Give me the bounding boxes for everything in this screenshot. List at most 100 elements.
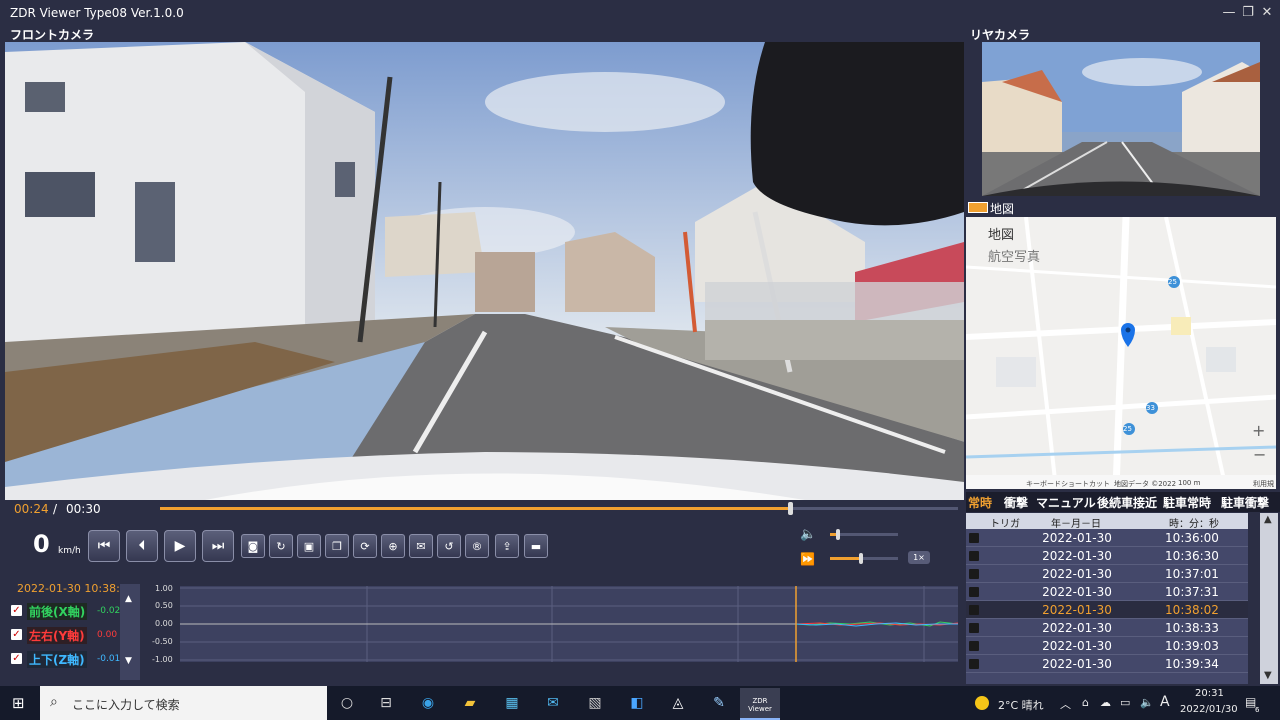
taskbar-search[interactable]: ⌕ ここに入力して検索 [40, 686, 327, 720]
x-axis-checkbox[interactable]: ✓ [11, 605, 22, 616]
skip-forward-button[interactable]: ⏭ [202, 530, 234, 562]
video-button[interactable]: ▣ [297, 534, 321, 558]
app-icon[interactable]: ✎ [709, 694, 729, 712]
mail-app-icon[interactable]: ✉ [543, 694, 563, 712]
reset-button[interactable]: ® [465, 534, 489, 558]
speaker-icon[interactable]: 🔈 [1140, 696, 1154, 709]
refresh-button[interactable]: ↺ [437, 534, 461, 558]
map-data-credit: 地図データ ©2022 [1114, 480, 1177, 488]
close-icon[interactable]: ✕ [1258, 4, 1276, 22]
task-view-icon[interactable]: ○ [337, 694, 357, 712]
restore-icon[interactable]: ❐ [1239, 4, 1257, 22]
play-button[interactable]: ▶ [164, 530, 196, 562]
tab-parking-continuous[interactable]: 駐車常時 [1163, 494, 1211, 511]
search-input[interactable]: ここに入力して検索 [72, 696, 180, 713]
route-button[interactable]: ⟳ [353, 534, 377, 558]
gsensor-scrollbar[interactable]: ▲ ▼ [120, 584, 140, 680]
zoom-icon: ⊕ [388, 539, 398, 553]
store-icon[interactable]: ▦ [502, 694, 522, 712]
seekbar-handle[interactable] [788, 502, 794, 515]
y-tick: 0.50 [155, 601, 173, 610]
battery-icon[interactable]: ▭ [1120, 696, 1130, 709]
map-type-button[interactable]: 地図 [988, 224, 1014, 243]
row-checkbox[interactable] [969, 551, 979, 561]
table-row[interactable]: 2022-01-30 10:39:03 [966, 637, 1248, 655]
scroll-down-icon[interactable]: ▼ [1264, 670, 1272, 681]
volume-handle[interactable] [836, 529, 841, 540]
y-axis-checkbox[interactable]: ✓ [11, 629, 22, 640]
table-row[interactable]: 2022-01-30 10:39:34 [966, 655, 1248, 673]
weather-text[interactable]: 2°C 晴れ [998, 697, 1044, 713]
header-date[interactable]: 年－月－日 [1051, 515, 1101, 530]
folder-button[interactable]: ▬ [524, 534, 548, 558]
chevron-up-icon[interactable]: ︿ [1060, 696, 1071, 712]
rate-handle[interactable] [859, 553, 864, 564]
playback-rate-icon: ⏩ [800, 552, 815, 566]
mail-icon: ✉ [416, 539, 426, 553]
row-checkbox[interactable] [969, 659, 979, 669]
map-view[interactable]: 25 33 25 地図 航空写真 + − キーボードショートカット 地図データ … [966, 217, 1276, 489]
event-list-scrollbar[interactable]: ▲ ▼ [1260, 513, 1278, 684]
zoom-out-button[interactable]: − [1253, 445, 1266, 464]
header-time[interactable]: 時：分：秒 [1169, 515, 1219, 530]
export-icon: ⇪ [502, 539, 512, 553]
table-row[interactable]: 2022-01-30 10:36:30 [966, 547, 1248, 565]
tab-manual[interactable]: マニュアル [1036, 494, 1096, 511]
skip-back-button[interactable]: ⏮ [88, 530, 120, 562]
table-row[interactable]: 2022-01-30 10:38:33 [966, 619, 1248, 637]
windows-start-icon[interactable]: ⊞ [12, 694, 25, 712]
tab-continuous[interactable]: 常時 [968, 494, 992, 511]
header-trigger[interactable]: トリガ [990, 515, 1020, 530]
zdr-viewer-taskbar-button[interactable]: ZDR Viewer [740, 688, 780, 720]
mail-button[interactable]: ✉ [409, 534, 433, 558]
rear-camera-view[interactable] [982, 42, 1260, 196]
row-checkbox[interactable] [969, 605, 979, 615]
z-axis-checkbox[interactable]: ✓ [11, 653, 22, 664]
tab-impact[interactable]: 衝撃 [1004, 494, 1028, 511]
edge-browser-icon[interactable]: ◉ [418, 694, 438, 712]
network-icon[interactable]: ⌂ [1082, 696, 1089, 709]
row-checkbox[interactable] [969, 587, 979, 597]
rate-slider[interactable] [830, 557, 898, 560]
table-row[interactable]: 2022-01-30 10:37:01 [966, 565, 1248, 583]
table-row[interactable]: 2022-01-30 10:37:31 [966, 583, 1248, 601]
map-header: 地図 [966, 198, 1276, 216]
row-checkbox[interactable] [969, 569, 979, 579]
app-icon[interactable]: ◧ [627, 694, 647, 712]
map-keyboard-shortcuts[interactable]: キーボードショートカット [1026, 479, 1110, 489]
ime-indicator[interactable]: A [1160, 694, 1170, 710]
aerial-photo-button[interactable]: 航空写真 [988, 246, 1040, 265]
scroll-up-icon[interactable]: ▲ [1264, 514, 1272, 525]
export-button[interactable]: ⇪ [495, 534, 519, 558]
gsensor-graph[interactable] [180, 586, 958, 662]
scroll-up-icon[interactable]: ▲ [125, 594, 132, 604]
file-explorer-icon[interactable]: ▰ [460, 694, 480, 712]
row-checkbox[interactable] [969, 623, 979, 633]
zoom-in-button[interactable]: + [1252, 421, 1265, 440]
front-camera-view[interactable] [5, 42, 964, 500]
minimize-icon[interactable]: — [1220, 4, 1238, 22]
clock-date[interactable]: 2022/01/30 [1180, 704, 1238, 715]
copy-button[interactable]: ❐ [325, 534, 349, 558]
widgets-icon[interactable]: ⊟ [376, 694, 396, 712]
row-checkbox[interactable] [969, 641, 979, 651]
snapshot-button[interactable]: ◙ [241, 534, 265, 558]
map-terms[interactable]: 利用規約 [1253, 479, 1276, 489]
table-row-selected[interactable]: 2022-01-30 10:38:02 [966, 601, 1248, 619]
rotate-button[interactable]: ↻ [269, 534, 293, 558]
volume-slider[interactable] [830, 533, 898, 536]
clock-time[interactable]: 20:31 [1195, 688, 1224, 699]
scroll-down-icon[interactable]: ▼ [125, 656, 132, 666]
row-time: 10:39:03 [1165, 639, 1219, 653]
window-title: ZDR Viewer Type08 Ver.1.0.0 [10, 6, 184, 20]
tab-approach[interactable]: 後続車接近 [1097, 494, 1157, 511]
app-icon[interactable]: ◬ [668, 694, 688, 712]
photo-app-icon[interactable]: ▧ [585, 694, 605, 712]
cloud-icon[interactable]: ☁ [1100, 696, 1111, 709]
table-row[interactable]: 2022-01-30 10:36:00 [966, 529, 1248, 547]
tab-parking-impact[interactable]: 駐車衝撃 [1221, 494, 1269, 511]
row-checkbox[interactable] [969, 533, 979, 543]
playback-seekbar[interactable] [160, 507, 958, 510]
zoom-button[interactable]: ⊕ [381, 534, 405, 558]
prev-frame-button[interactable]: ⏴ [126, 530, 158, 562]
